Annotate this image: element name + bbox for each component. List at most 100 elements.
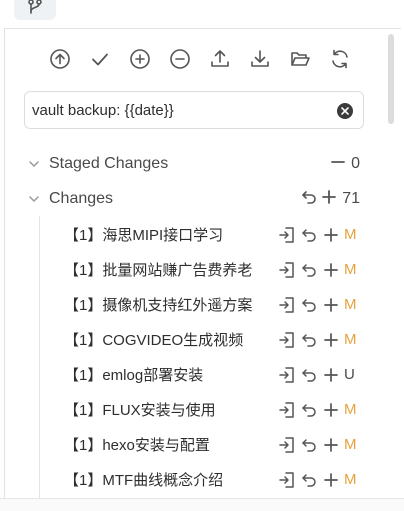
open-file-icon [279, 226, 294, 243]
file-actions: M [276, 217, 360, 252]
file-name: 【1】摄像机支持红外遥方案 [64, 297, 253, 314]
arrow-up-circle-icon [50, 49, 70, 69]
discard-file-button[interactable] [298, 258, 320, 282]
file-row[interactable]: 【1】海思MIPI接口学习 M [64, 217, 364, 252]
file-actions: M [276, 252, 360, 287]
open-file-button[interactable] [276, 293, 298, 317]
undo-icon [302, 403, 316, 417]
file-status: M [344, 401, 357, 418]
open-file-button[interactable] [276, 328, 298, 352]
pull-button[interactable] [240, 44, 280, 74]
discard-file-button[interactable] [298, 398, 320, 422]
discard-file-button[interactable] [298, 468, 320, 492]
file-actions: M [276, 462, 360, 497]
git-toolbar [40, 44, 360, 74]
discard-all-icon[interactable] [300, 188, 318, 211]
staged-count: 0 [351, 155, 360, 172]
open-file-icon [279, 366, 294, 383]
undo-icon [302, 228, 316, 242]
undo-icon [302, 263, 316, 277]
file-status: U [344, 366, 355, 383]
stage-file-button[interactable] [320, 433, 342, 457]
open-file-icon [279, 471, 294, 488]
chevron-down-icon [24, 189, 44, 209]
file-actions: M [276, 287, 360, 322]
commit-message-box [24, 91, 364, 129]
file-row[interactable]: 【1】hexo安装与配置 M [64, 427, 364, 462]
status-bar [0, 498, 404, 511]
refresh-icon [332, 49, 348, 69]
scrollbar[interactable] [388, 34, 394, 124]
plus-icon [324, 262, 338, 277]
source-control-tab[interactable] [14, 0, 56, 20]
clear-message-button[interactable] [337, 103, 353, 119]
plus-icon [324, 367, 338, 382]
tree-indent-guide [39, 216, 40, 498]
plus-icon [324, 437, 338, 452]
plus-icon [324, 297, 338, 312]
undo-icon [302, 473, 316, 487]
open-file-icon [279, 331, 294, 348]
stage-file-button[interactable] [320, 293, 342, 317]
stage-file-button[interactable] [320, 398, 342, 422]
file-row[interactable]: 【1】emlog部署安装 U [64, 357, 364, 392]
changes-label: Changes [49, 190, 114, 207]
plus-circle-icon [130, 49, 150, 69]
discard-file-button[interactable] [298, 293, 320, 317]
open-file-button[interactable] [276, 223, 298, 247]
unstage-all-icon[interactable] [329, 153, 347, 176]
discard-file-button[interactable] [298, 328, 320, 352]
change-layout-button[interactable] [280, 44, 320, 74]
undo-icon [302, 368, 316, 382]
discard-file-button[interactable] [298, 223, 320, 247]
git-branch-icon [28, 0, 42, 14]
unstage-all-button[interactable] [160, 44, 200, 74]
upload-icon [211, 50, 229, 67]
discard-file-button[interactable] [298, 433, 320, 457]
open-file-button[interactable] [276, 468, 298, 492]
file-name: 【1】FLUX安装与使用 [64, 402, 216, 419]
open-file-button[interactable] [276, 258, 298, 282]
file-row[interactable]: 【1】COGVIDEO生成视频 M [64, 322, 364, 357]
changes-header[interactable]: Changes 71 [24, 185, 364, 213]
file-row[interactable]: 【1】MTF曲线概念介绍 M [64, 462, 364, 497]
file-name: 【1】MTF曲线概念介绍 [64, 472, 224, 489]
stage-file-button[interactable] [320, 363, 342, 387]
staged-changes-label: Staged Changes [49, 155, 169, 172]
open-file-button[interactable] [276, 398, 298, 422]
commit-and-sync-button[interactable] [40, 44, 80, 74]
refresh-button[interactable] [320, 44, 360, 74]
download-icon [251, 50, 269, 67]
undo-icon [302, 438, 316, 452]
push-button[interactable] [200, 44, 240, 74]
plus-icon [324, 472, 338, 487]
commit-message-input[interactable] [32, 92, 332, 128]
file-name: 【1】海思MIPI接口学习 [64, 227, 224, 244]
discard-file-button[interactable] [298, 363, 320, 387]
file-status: M [344, 331, 357, 348]
changes-count: 71 [342, 190, 360, 207]
plus-icon [324, 402, 338, 417]
staged-changes-header[interactable]: Staged Changes 0 [24, 150, 364, 178]
stage-file-button[interactable] [320, 328, 342, 352]
file-row[interactable]: 【1】FLUX安装与使用 M [64, 392, 364, 427]
file-name: 【1】hexo安装与配置 [64, 437, 210, 454]
open-file-button[interactable] [276, 363, 298, 387]
stage-file-button[interactable] [320, 223, 342, 247]
commit-button[interactable] [80, 44, 120, 74]
open-file-icon [279, 296, 294, 313]
stage-all-button[interactable] [120, 44, 160, 74]
top-bar [0, 0, 404, 28]
file-name: 【1】批量网站赚广告费养老 [64, 262, 253, 279]
file-row[interactable]: 【1】批量网站赚广告费养老 M [64, 252, 364, 287]
open-file-button[interactable] [276, 433, 298, 457]
plus-icon [324, 332, 338, 347]
minus-circle-icon [170, 49, 190, 69]
stage-all-icon[interactable] [320, 188, 338, 211]
stage-file-button[interactable] [320, 468, 342, 492]
open-file-icon [279, 436, 294, 453]
file-row[interactable]: 【1】摄像机支持红外遥方案 M [64, 287, 364, 322]
undo-icon [302, 298, 316, 312]
file-name: 【1】COGVIDEO生成视频 [64, 332, 244, 349]
stage-file-button[interactable] [320, 258, 342, 282]
